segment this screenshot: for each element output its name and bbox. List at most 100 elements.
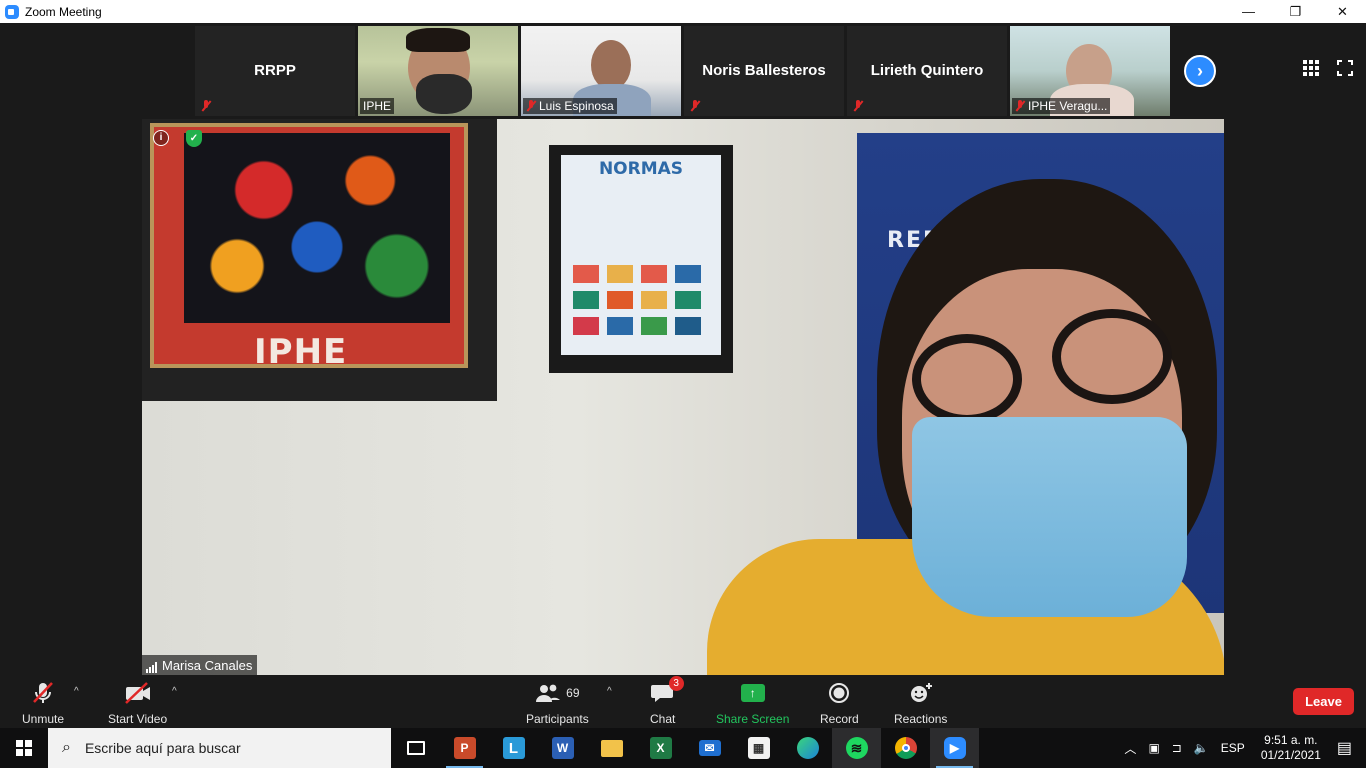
notifications-icon[interactable]: ▤ <box>1337 738 1352 758</box>
speaker-name: Marisa Canales <box>162 658 253 673</box>
taskbar-app-zoom[interactable]: ▶ <box>930 728 979 768</box>
fullscreen-icon[interactable] <box>1337 60 1353 76</box>
share-screen-icon: ↑ <box>740 684 765 702</box>
encryption-shield-icon[interactable]: ✓ <box>186 130 202 147</box>
clock-time: 9:51 a. m. <box>1264 733 1318 747</box>
close-button[interactable]: ✕ <box>1319 0 1366 23</box>
zoom-app-icon <box>5 4 19 19</box>
muted-mic-icon <box>690 100 700 112</box>
show-hidden-icons-icon[interactable]: ︿ <box>1124 740 1136 757</box>
record-icon <box>829 683 850 703</box>
thumbnail-strip: RRPP IPHE Luis Espinosa Noris Ballestero… <box>195 26 1170 116</box>
participant-tile-iphe-veraguas[interactable]: IPHE Veragu... <box>1010 26 1170 116</box>
participant-tile-iphe[interactable]: IPHE <box>358 26 518 116</box>
mail-icon: ✉ <box>698 740 721 756</box>
clock[interactable]: 9:51 a. m. 01/21/2021 <box>1261 733 1321 763</box>
window-controls: — ❐ ✕ <box>1225 0 1366 23</box>
powerpoint-icon: P <box>453 737 476 759</box>
taskbar-app-chrome[interactable] <box>881 728 930 768</box>
zoom-icon: ▶ <box>943 737 966 759</box>
muted-mic-icon <box>30 680 56 706</box>
windows-logo-icon <box>16 740 32 756</box>
taskbar-app-store[interactable]: ▦ <box>734 728 783 768</box>
meeting-area: RRPP IPHE Luis Espinosa Noris Ballestero… <box>0 23 1366 728</box>
share-screen-button[interactable]: ↑ Share Screen <box>716 680 789 726</box>
poster-title: NORMAS <box>598 159 684 179</box>
glasses-icon <box>1052 309 1172 404</box>
video-options-caret[interactable]: ^ <box>172 686 177 697</box>
chrome-icon <box>894 737 917 759</box>
excel-icon: X <box>649 737 672 759</box>
minimize-button[interactable]: — <box>1225 0 1272 23</box>
info-icon[interactable]: i <box>153 130 169 146</box>
task-view-icon <box>406 741 425 755</box>
participant-label: IPHE Veragu... <box>1012 98 1111 114</box>
taskbar-app-mail[interactable]: ✉ <box>685 728 734 768</box>
search-icon: ⌕ <box>62 739 71 756</box>
start-video-button[interactable]: Start Video <box>108 680 167 726</box>
muted-mic-icon <box>201 100 211 112</box>
participant-tile-rrpp[interactable]: RRPP <box>195 26 355 116</box>
taskbar-app-spotify[interactable]: ≋ <box>832 728 881 768</box>
participants-options-caret[interactable]: ^ <box>607 686 612 697</box>
active-speaker-video: IPHE NORMAS REP MÁ i ✓ <box>142 119 1224 675</box>
chat-unread-badge: 3 <box>668 676 684 691</box>
taskbar-app-edge[interactable] <box>783 728 832 768</box>
participant-tile-luis-espinosa[interactable]: Luis Espinosa <box>521 26 681 116</box>
system-tray: ︿ ▣ ⊐ 🔈 ESP 9:51 a. m. 01/21/2021 ▤ <box>1118 728 1366 768</box>
volume-icon[interactable]: 🔈 <box>1194 741 1209 755</box>
taskbar-apps: P L W X ✉ ▦ ≋ ▶ <box>391 728 979 768</box>
chat-button[interactable]: 3 Chat <box>650 676 684 726</box>
leave-button[interactable]: Leave <box>1293 688 1354 715</box>
muted-mic-icon <box>1015 100 1025 112</box>
word-icon: W <box>551 737 574 759</box>
taskbar-app-word[interactable]: W <box>538 728 587 768</box>
participant-tile-noris-ballesteros[interactable]: Noris Ballesteros <box>684 26 844 116</box>
glasses-icon <box>912 334 1022 424</box>
maximize-button[interactable]: ❐ <box>1272 0 1319 23</box>
title-bar: Zoom Meeting — ❐ ✕ <box>0 0 1366 23</box>
muted-mic-icon <box>526 100 536 112</box>
participants-icon <box>536 684 561 702</box>
folder-icon <box>600 739 623 757</box>
taskbar-app-excel[interactable]: X <box>636 728 685 768</box>
store-icon: ▦ <box>747 737 770 759</box>
meeting-controls: Unmute ^ Start Video ^ 69 Participants ^… <box>0 676 1366 728</box>
start-button[interactable] <box>0 728 48 768</box>
taskbar-app-powerpoint[interactable]: P <box>440 728 489 768</box>
face-mask <box>912 417 1187 617</box>
face-mask <box>416 74 472 114</box>
meet-now-icon[interactable]: ▣ <box>1148 741 1159 755</box>
l-app-icon: L <box>502 737 525 759</box>
windows-taskbar: ⌕ Escribe aquí para buscar P L W X ✉ ▦ ≋… <box>0 728 1366 768</box>
search-placeholder: Escribe aquí para buscar <box>84 740 241 756</box>
participant-tile-lirieth-quintero[interactable]: Lirieth Quintero <box>847 26 1007 116</box>
signal-strength-icon <box>146 662 157 673</box>
taskbar-app-lexi[interactable]: L <box>489 728 538 768</box>
taskbar-search[interactable]: ⌕ Escribe aquí para buscar <box>48 728 391 768</box>
record-button[interactable]: Record <box>820 680 859 726</box>
video-off-icon <box>123 680 153 706</box>
next-page-button[interactable]: › <box>1184 55 1216 87</box>
network-icon[interactable]: ⊐ <box>1172 741 1182 755</box>
wall-painting: IPHE <box>142 119 497 401</box>
audio-options-caret[interactable]: ^ <box>74 686 79 697</box>
clock-date: 01/21/2021 <box>1260 748 1321 762</box>
muted-mic-icon <box>853 100 863 112</box>
language-indicator[interactable]: ESP <box>1221 741 1245 755</box>
participant-label: IPHE <box>360 98 395 114</box>
reactions-button[interactable]: Reactions <box>894 680 947 726</box>
spotify-icon: ≋ <box>845 737 868 759</box>
participants-button[interactable]: 69 Participants <box>526 680 589 726</box>
unmute-button[interactable]: Unmute <box>22 680 64 726</box>
task-view-button[interactable] <box>391 728 440 768</box>
window-title: Zoom Meeting <box>25 4 102 19</box>
taskbar-app-file-explorer[interactable] <box>587 728 636 768</box>
participant-label: Luis Espinosa <box>523 98 617 114</box>
chevron-right-icon: › <box>1197 60 1203 81</box>
edge-icon <box>796 737 819 759</box>
participant-name: RRPP <box>254 62 296 79</box>
participant-hair <box>406 28 470 52</box>
speaker-name-tag: Marisa Canales <box>142 655 258 675</box>
gallery-view-icon[interactable] <box>1303 60 1319 76</box>
